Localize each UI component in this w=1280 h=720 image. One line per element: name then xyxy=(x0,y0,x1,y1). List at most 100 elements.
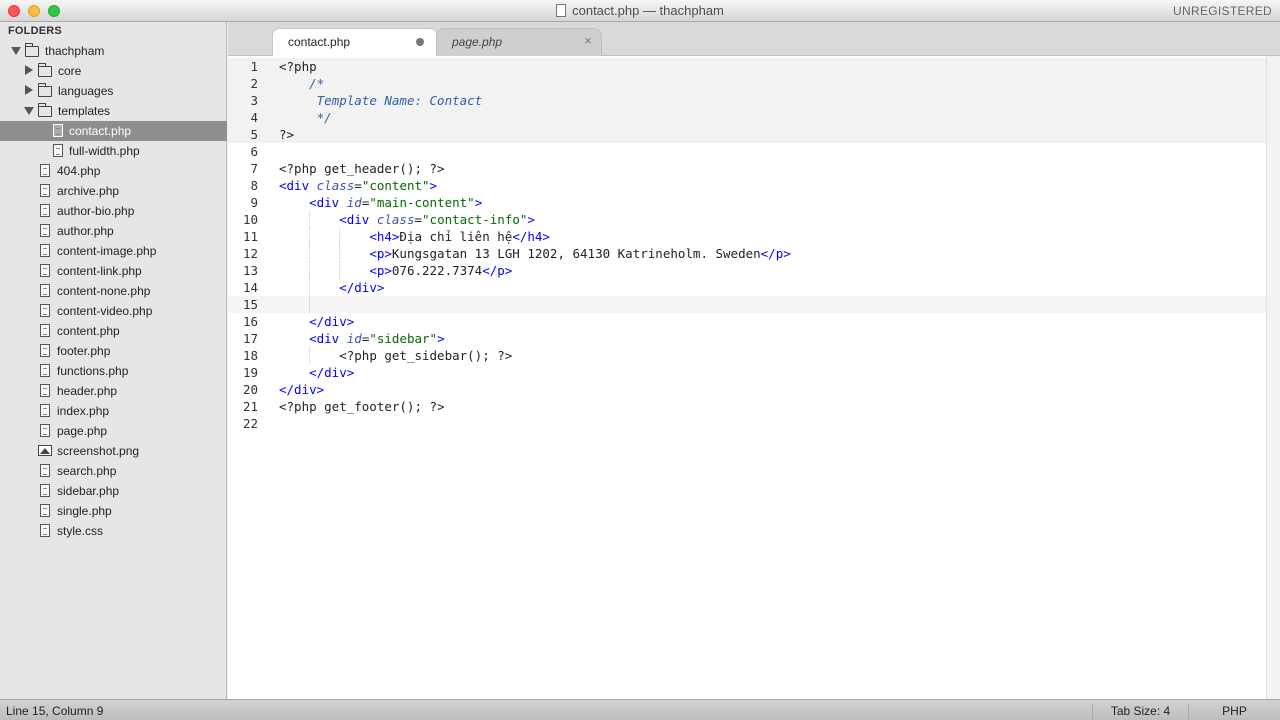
document-icon xyxy=(556,4,567,17)
sidebar-item-label: full-width.php xyxy=(69,144,140,158)
code-line[interactable]: 10 <div class="contact-info"> xyxy=(228,211,1266,228)
tab-contact-php[interactable]: contact.php xyxy=(272,28,438,56)
code-line[interactable]: 21 <?php get_footer(); ?> xyxy=(228,398,1266,415)
code-token: */ xyxy=(316,110,332,125)
sidebar-item-thachpham[interactable]: thachpham xyxy=(0,41,227,61)
code-line[interactable]: 1 <?php xyxy=(228,58,1266,75)
code-line[interactable]: 4 */ xyxy=(228,109,1266,126)
tab-close-icon[interactable]: × xyxy=(584,33,592,48)
sidebar-item-content-image-php[interactable]: content-image.php xyxy=(0,241,227,261)
sidebar-item-content-php[interactable]: content.php xyxy=(0,321,227,341)
code-editor[interactable]: 1 <?php 2 /* 3 Template Name: Contact 4 */5?… xyxy=(228,56,1280,699)
disclosure-closed-icon[interactable] xyxy=(25,65,33,75)
code-token: </h4> xyxy=(512,229,550,244)
sidebar-item-content-link-php[interactable]: content-link.php xyxy=(0,261,227,281)
sidebar-item-404-php[interactable]: 404.php xyxy=(0,161,227,181)
code-line[interactable]: 22 xyxy=(228,415,1266,432)
code-line[interactable]: 5 ?> xyxy=(228,126,1266,143)
code-token: </div> xyxy=(309,365,355,380)
sidebar-item-content-none-php[interactable]: content-none.php xyxy=(0,281,227,301)
sidebar-item-author-php[interactable]: author.php xyxy=(0,221,227,241)
code-line[interactable]: 8 <div class="content"> xyxy=(228,177,1266,194)
code-line[interactable]: 2 /* xyxy=(228,75,1266,92)
sidebar-item-index-php[interactable]: index.php xyxy=(0,401,227,421)
folder-icon xyxy=(38,83,52,97)
code-line[interactable]: 7 <?php get_header(); ?> xyxy=(228,160,1266,177)
code-line[interactable]: 14 </div> xyxy=(228,279,1266,296)
code-line[interactable]: 3 Template Name: Contact xyxy=(228,92,1266,109)
unsaved-dot-icon[interactable] xyxy=(416,38,424,46)
code-text: <?php get_header(); ?> xyxy=(279,160,445,177)
code-text: <?php xyxy=(279,58,317,75)
sidebar-item-author-bio-php[interactable]: author-bio.php xyxy=(0,201,227,221)
file-icon xyxy=(40,384,50,397)
line-number: 15 xyxy=(242,297,258,312)
sidebar-item-templates[interactable]: templates xyxy=(0,101,227,121)
code-token: id xyxy=(346,331,362,346)
sidebar-item-label: author-bio.php xyxy=(57,204,135,218)
sidebar-item-label: content.php xyxy=(57,324,120,338)
sidebar-item-label: page.php xyxy=(57,424,108,438)
sidebar-item-full-width-php[interactable]: full-width.php xyxy=(0,141,227,161)
sidebar-item-footer-php[interactable]: footer.php xyxy=(0,341,227,361)
code-token: <div xyxy=(309,195,347,210)
sidebar-item-label: content-video.php xyxy=(57,304,153,318)
code-token: <p> xyxy=(369,246,392,261)
code-line[interactable]: 13 <p>076.222.7374</p> xyxy=(228,262,1266,279)
code-token: </div> xyxy=(339,280,385,295)
sidebar-item-page-php[interactable]: page.php xyxy=(0,421,227,441)
sidebar-item-single-php[interactable]: single.php xyxy=(0,501,227,521)
sidebar-item-label: content-image.php xyxy=(57,244,157,258)
code-line[interactable]: 19 </div> xyxy=(228,364,1266,381)
sidebar-item-archive-php[interactable]: archive.php xyxy=(0,181,227,201)
syntax-selector[interactable]: PHP xyxy=(1188,704,1280,720)
file-icon xyxy=(40,424,50,437)
code-line[interactable]: 16 </div> xyxy=(228,313,1266,330)
disclosure-open-icon[interactable] xyxy=(11,47,21,55)
file-icon xyxy=(40,484,50,497)
sidebar-item-functions-php[interactable]: functions.php xyxy=(0,361,227,381)
code-text: </div> xyxy=(279,364,354,381)
sidebar-item-contact-php[interactable]: contact.php xyxy=(0,121,227,141)
sidebar-item-core[interactable]: core xyxy=(0,61,227,81)
minimap[interactable] xyxy=(1266,56,1280,699)
code-line[interactable]: 18 <?php get_sidebar(); ?> xyxy=(228,347,1266,364)
code-token: ?> xyxy=(279,127,295,142)
sidebar-item-header-php[interactable]: header.php xyxy=(0,381,227,401)
sidebar-item-languages[interactable]: languages xyxy=(0,81,227,101)
code-token: <?php get_header(); ?> xyxy=(279,161,445,176)
tab-page-php[interactable]: page.php × xyxy=(436,28,602,56)
code-token: Kungsgatan 13 LGH 1202, 64130 Katrinehol… xyxy=(391,246,761,261)
sidebar-item-search-php[interactable]: search.php xyxy=(0,461,227,481)
image-file-icon xyxy=(38,445,52,456)
code-line[interactable]: 9 <div id="main-content"> xyxy=(228,194,1266,211)
line-number: 17 xyxy=(242,331,258,346)
line-number: 14 xyxy=(242,280,258,295)
sidebar-item-style-css[interactable]: style.css xyxy=(0,521,227,541)
sidebar-item-label: content-none.php xyxy=(57,284,151,298)
file-icon xyxy=(53,144,63,157)
tab-size-selector[interactable]: Tab Size: 4 xyxy=(1092,704,1188,720)
window-title: contact.php — thachpham xyxy=(0,3,1280,18)
disclosure-closed-icon[interactable] xyxy=(25,85,33,95)
sidebar-item-label: thachpham xyxy=(45,44,105,58)
code-line[interactable]: 11 <h4>Địa chỉ liên hệ</h4> xyxy=(228,228,1266,245)
line-number: 7 xyxy=(250,161,258,176)
disclosure-open-icon[interactable] xyxy=(24,107,34,115)
file-icon xyxy=(40,344,50,357)
folder-icon xyxy=(25,43,39,57)
sidebar-item-screenshot-png[interactable]: screenshot.png xyxy=(0,441,227,461)
code-line[interactable]: 20 </div> xyxy=(228,381,1266,398)
code-line[interactable]: 15 xyxy=(228,296,1266,313)
folder-icon xyxy=(38,63,52,77)
sidebar-item-label: contact.php xyxy=(69,124,132,138)
code-line[interactable]: 17 <div id="sidebar"> xyxy=(228,330,1266,347)
sidebar-item-sidebar-php[interactable]: sidebar.php xyxy=(0,481,227,501)
code-line[interactable]: 12 <p>Kungsgatan 13 LGH 1202, 64130 Katr… xyxy=(228,245,1266,262)
sidebar-item-content-video-php[interactable]: content-video.php xyxy=(0,301,227,321)
code-token: > xyxy=(474,195,483,210)
file-icon xyxy=(40,404,50,417)
code-line[interactable]: 6 xyxy=(228,143,1266,160)
code-text: </div> xyxy=(279,313,354,330)
